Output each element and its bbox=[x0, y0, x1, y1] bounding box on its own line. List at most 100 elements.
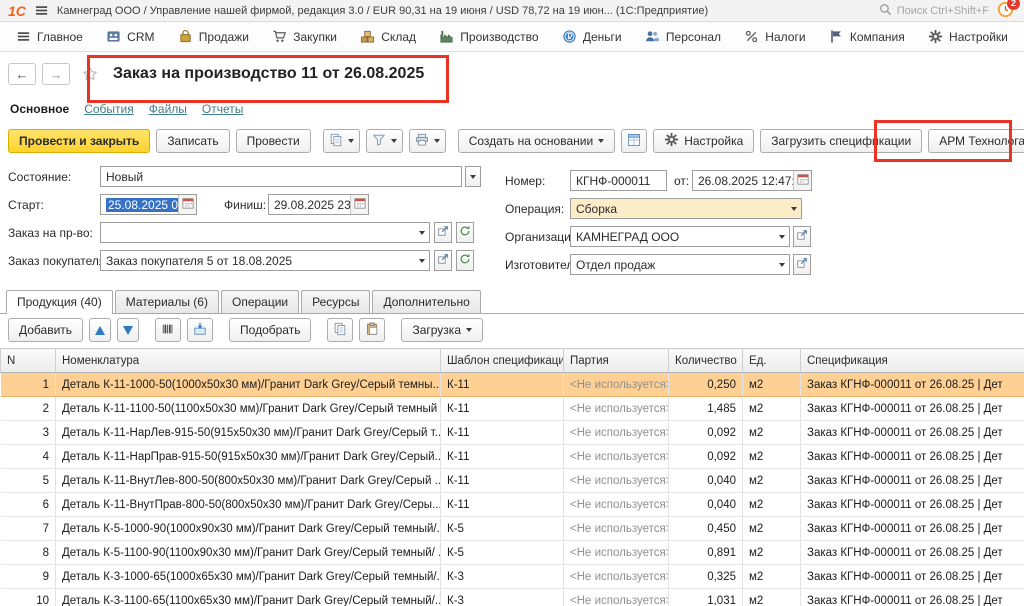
chevron-down-icon[interactable] bbox=[786, 199, 801, 218]
tab-materials[interactable]: Материалы (6) bbox=[114, 290, 219, 313]
table-row-10[interactable]: 10 Деталь К-3-1100-65(1100x65x30 мм)/Гран… bbox=[0, 588, 1024, 606]
pick-button[interactable]: Подобрать bbox=[229, 318, 312, 342]
menu-item-company[interactable]: Компания bbox=[829, 29, 905, 44]
customer-order-choose-button[interactable] bbox=[456, 250, 474, 271]
move-down-button[interactable] bbox=[117, 318, 140, 342]
chevron-down-icon[interactable] bbox=[774, 227, 789, 246]
menu-item-production[interactable]: Производство bbox=[439, 29, 539, 44]
section-tab-main[interactable]: Основное bbox=[10, 102, 69, 116]
back-button[interactable]: ← bbox=[8, 63, 36, 85]
column-header-2[interactable]: Шаблон спецификаци... bbox=[440, 348, 564, 373]
prod-order-open-button[interactable] bbox=[434, 222, 452, 243]
forward-button[interactable]: → bbox=[42, 63, 70, 85]
column-header-3[interactable]: Партия bbox=[563, 348, 669, 373]
column-header-4[interactable]: Количество bbox=[668, 348, 743, 373]
barcode-button[interactable] bbox=[155, 318, 182, 342]
chevron-down-icon bbox=[347, 139, 354, 143]
section-tab-events[interactable]: События bbox=[84, 102, 134, 116]
hamburger-menu-icon[interactable] bbox=[34, 3, 49, 18]
finish-calendar-button[interactable] bbox=[350, 195, 368, 214]
manufacturer-value: Отдел продаж bbox=[576, 257, 656, 272]
add-row-button[interactable]: Добавить bbox=[8, 318, 84, 342]
start-date-field[interactable]: 25.08.2025 0:00 bbox=[100, 194, 197, 215]
post-and-close-button[interactable]: Провести и закрыть bbox=[8, 129, 151, 153]
number-field[interactable]: КГНФ-000011 bbox=[570, 170, 667, 191]
menu-item-sales[interactable]: Продажи bbox=[178, 29, 249, 44]
customer-order-open-button[interactable] bbox=[434, 250, 452, 271]
notifications-button[interactable]: 2 bbox=[997, 0, 1020, 21]
table-row-7[interactable]: 7 Деталь К-5-1000-90(1000x90x30 мм)/Грани… bbox=[0, 516, 1024, 541]
spec-template-cell: К-5 bbox=[440, 540, 564, 565]
row-number-cell: 5 bbox=[0, 468, 56, 493]
table-row-2[interactable]: 2 Деталь К-11-1100-50(1100x50x30 мм)/Гран… bbox=[0, 396, 1024, 421]
organization-open-button[interactable] bbox=[793, 226, 811, 247]
fill-button[interactable] bbox=[187, 318, 214, 342]
operation-field[interactable]: Сборка bbox=[570, 198, 802, 219]
load-specifications-button[interactable]: Загрузить спецификации bbox=[760, 129, 923, 153]
post-button[interactable]: Провести bbox=[235, 129, 311, 153]
tab-products[interactable]: Продукция (40) bbox=[6, 290, 113, 314]
create-based-on-button[interactable]: Создать на основании bbox=[457, 129, 616, 153]
column-header-1[interactable]: Номенклатура bbox=[55, 348, 441, 373]
table-row-5[interactable]: 5 Деталь К-11-ВнутЛев-800-50(800x50x30 мм… bbox=[0, 468, 1024, 493]
menu-item-staff[interactable]: Персонал bbox=[645, 29, 721, 44]
chevron-down-icon[interactable] bbox=[414, 223, 429, 242]
nomenclature-cell: Деталь К-3-1100-65(1100x65x30 мм)/Гранит… bbox=[55, 588, 441, 606]
menu-item-taxes[interactable]: Налоги bbox=[744, 29, 806, 44]
calendar-icon bbox=[353, 197, 366, 212]
section-tab-files[interactable]: Файлы bbox=[149, 102, 187, 116]
arm-technologist-button[interactable]: АРМ Технолога bbox=[928, 129, 1024, 153]
load-button[interactable]: Загрузка bbox=[401, 318, 483, 342]
copy-rows-button[interactable] bbox=[327, 318, 354, 342]
table-row-9[interactable]: 9 Деталь К-3-1000-65(1000x65x30 мм)/Грани… bbox=[0, 564, 1024, 589]
table-row-4[interactable]: 4 Деталь К-11-НарПрав-915-50(915x50x30 мм… bbox=[0, 444, 1024, 469]
customer-order-field[interactable]: Заказ покупателя 5 от 18.08.2025 bbox=[100, 250, 430, 271]
finish-date-field[interactable]: 29.08.2025 23:59 bbox=[268, 194, 369, 215]
unit-cell: м2 bbox=[742, 444, 801, 469]
copy-document-button[interactable] bbox=[322, 129, 360, 153]
table-row-1[interactable]: 1 Деталь К-11-1000-50(1000x50x30 мм)/Гран… bbox=[0, 372, 1024, 397]
batch-cell: <Не используется> bbox=[563, 540, 669, 565]
table-row-3[interactable]: 3 Деталь К-11-НарЛев-915-50(915x50x30 мм)… bbox=[0, 420, 1024, 445]
paste-icon bbox=[365, 322, 379, 339]
start-calendar-button[interactable] bbox=[178, 195, 196, 214]
tab-additional[interactable]: Дополнительно bbox=[372, 290, 481, 313]
paste-rows-button[interactable] bbox=[359, 318, 386, 342]
favorite-star-icon[interactable] bbox=[82, 66, 98, 82]
table-row-8[interactable]: 8 Деталь К-5-1100-90(1100x90x30 мм)/Грани… bbox=[0, 540, 1024, 565]
menu-item-warehouse[interactable]: Склад bbox=[360, 29, 416, 44]
spec-template-cell: К-11 bbox=[440, 396, 564, 421]
column-header-6[interactable]: Спецификация bbox=[800, 348, 1024, 373]
unit-cell: м2 bbox=[742, 396, 801, 421]
manufacturer-field[interactable]: Отдел продаж bbox=[570, 254, 790, 275]
organization-field[interactable]: КАМНЕГРАД ООО bbox=[570, 226, 790, 247]
menu-item-purchases[interactable]: Закупки bbox=[272, 29, 337, 44]
section-tab-reports[interactable]: Отчеты bbox=[202, 102, 243, 116]
move-up-button[interactable] bbox=[89, 318, 112, 342]
filter-button[interactable] bbox=[365, 129, 403, 153]
print-button[interactable] bbox=[408, 129, 446, 153]
state-field[interactable]: Новый bbox=[100, 166, 462, 187]
menu-item-main[interactable]: Главное bbox=[16, 29, 83, 44]
prod-order-choose-button[interactable] bbox=[456, 222, 474, 243]
menu-item-settings[interactable]: Настройки bbox=[928, 29, 1008, 44]
date-calendar-button[interactable] bbox=[793, 171, 811, 190]
customer-order-label: Заказ покупателя: bbox=[8, 254, 109, 268]
column-header-5[interactable]: Ед. bbox=[742, 348, 801, 373]
global-search[interactable]: Поиск Ctrl+Shift+F bbox=[879, 3, 989, 19]
write-button[interactable]: Записать bbox=[156, 129, 230, 153]
menu-item-crm[interactable]: CRM bbox=[106, 29, 154, 44]
menu-item-money[interactable]: Деньги bbox=[562, 29, 622, 44]
date-field[interactable]: 26.08.2025 12:47:24 bbox=[692, 170, 812, 191]
chevron-down-icon[interactable] bbox=[414, 251, 429, 270]
column-header-0[interactable]: N bbox=[0, 348, 56, 373]
state-dropdown-button[interactable] bbox=[465, 166, 481, 187]
settings-button[interactable]: Настройка bbox=[653, 129, 755, 153]
tab-operations[interactable]: Операции bbox=[220, 290, 300, 313]
table-row-6[interactable]: 6 Деталь К-11-ВнутПрав-800-50(800x50x30 м… bbox=[0, 492, 1024, 517]
prod-order-field[interactable] bbox=[100, 222, 430, 243]
chevron-down-icon[interactable] bbox=[774, 255, 789, 274]
tab-resources[interactable]: Ресурсы bbox=[301, 290, 371, 313]
reports-button[interactable] bbox=[621, 129, 648, 153]
manufacturer-open-button[interactable] bbox=[793, 254, 811, 275]
